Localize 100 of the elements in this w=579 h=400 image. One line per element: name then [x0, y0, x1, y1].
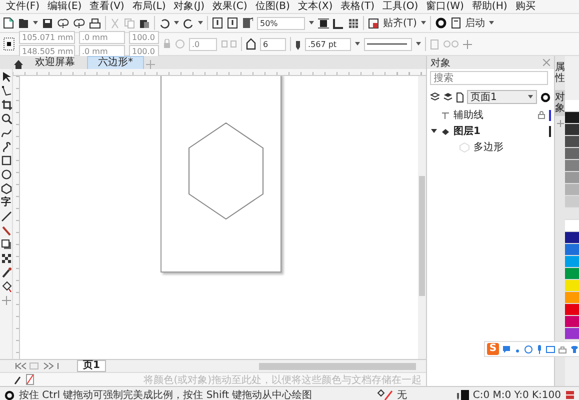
dropdown-arrow-icon[interactable]	[174, 21, 179, 25]
node-icon[interactable]	[0, 85, 12, 96]
tree-item-label[interactable]: 图层1	[454, 124, 546, 138]
settings-icon[interactable]	[540, 92, 552, 102]
menu-item[interactable]: 表格(T)	[336, 0, 379, 12]
node-edit-icon[interactable]	[443, 39, 459, 49]
dropdown-arrow-icon[interactable]	[355, 42, 360, 46]
color-swatch[interactable]	[565, 136, 579, 148]
color-swatch[interactable]	[565, 268, 579, 280]
layer-visible-icon[interactable]	[440, 126, 450, 136]
menu-item[interactable]: 帮助(H)	[468, 0, 512, 12]
menu-item[interactable]: 工具(O)	[378, 0, 422, 12]
scale-x-field[interactable]: 100.0	[129, 30, 159, 44]
menu-item[interactable]: 效果(C)	[208, 0, 252, 12]
dropdown-arrow-icon[interactable]	[420, 21, 426, 25]
rulers-icon[interactable]	[333, 18, 344, 28]
checker-icon[interactable]	[0, 253, 12, 264]
ellipse-icon[interactable]	[0, 169, 12, 180]
menu-item[interactable]: 布局(L)	[128, 0, 170, 12]
eyedropper-icon[interactable]	[0, 267, 12, 278]
redo-icon[interactable]	[183, 18, 194, 28]
color-swatch[interactable]	[565, 232, 579, 244]
settings-icon[interactable]	[4, 390, 15, 400]
color-swatch[interactable]	[565, 304, 579, 316]
new-layer-icon[interactable]	[430, 92, 440, 102]
document-tab[interactable]: 六边形*	[87, 56, 144, 69]
dropdown-arrow-icon[interactable]	[33, 21, 38, 25]
menu-item[interactable]: 文件(F)	[2, 0, 44, 12]
new-page-icon[interactable]	[456, 92, 464, 102]
save-icon[interactable]	[42, 18, 53, 28]
launch-icon[interactable]	[450, 17, 461, 29]
color-swatch[interactable]	[565, 256, 579, 268]
sides-field[interactable]: 6	[260, 38, 286, 50]
plus-icon[interactable]	[463, 40, 472, 48]
width-field[interactable]: .0 mm	[79, 30, 125, 44]
reference-point-icon[interactable]	[3, 37, 15, 51]
zoom-level-field[interactable]: 50%	[257, 16, 305, 30]
dropdown-arrow-icon[interactable]	[309, 21, 314, 25]
master-layer-icon[interactable]	[442, 92, 452, 102]
toolbox-icon[interactable]	[558, 344, 567, 354]
color-swatch[interactable]	[565, 208, 579, 220]
color-swatch[interactable]	[565, 220, 579, 232]
page-dropdown[interactable]: 页面1	[466, 90, 538, 104]
color-swatch[interactable]	[565, 328, 579, 340]
full-screen-icon[interactable]	[318, 18, 329, 28]
rectangle-icon[interactable]	[0, 155, 12, 166]
keyboard-icon[interactable]	[546, 344, 555, 354]
scale-y-field[interactable]: 100.0	[129, 44, 159, 58]
shadow-icon[interactable]	[0, 239, 12, 250]
new-document-icon[interactable]	[3, 17, 14, 29]
sides-icon[interactable]	[246, 38, 256, 50]
color-swatch[interactable]	[565, 244, 579, 256]
lock-icon[interactable]	[538, 111, 546, 119]
menu-item[interactable]: 窗口(W)	[422, 0, 468, 12]
rotation-field[interactable]: .0	[189, 38, 217, 50]
cloud-upload-icon[interactable]	[57, 18, 69, 28]
eyedropper-icon[interactable]	[14, 374, 22, 384]
line-icon[interactable]	[0, 211, 12, 222]
open-file-icon[interactable]	[18, 17, 29, 29]
search-field[interactable]: 搜索	[430, 71, 548, 85]
grid-icon[interactable]	[348, 18, 359, 28]
undo-icon[interactable]	[159, 18, 170, 28]
crop-icon[interactable]	[0, 99, 12, 110]
x-position-field[interactable]: 105.071 mm	[19, 30, 75, 44]
launch-menu[interactable]: 启动	[464, 16, 485, 30]
color-swatch[interactable]	[565, 196, 579, 208]
menu-item[interactable]: 位图(B)	[251, 0, 294, 12]
menu-item[interactable]: 查看(V)	[86, 0, 128, 12]
expand-arrow-icon[interactable]	[430, 128, 436, 134]
import-icon[interactable]	[212, 17, 223, 29]
tree-item-label[interactable]: 多边形	[474, 140, 552, 154]
color-swatch[interactable]	[565, 148, 579, 160]
menu-item[interactable]: 对象(J)	[170, 0, 208, 12]
squiggle-icon[interactable]	[0, 141, 12, 152]
guides-icon[interactable]	[440, 110, 450, 120]
height-field[interactable]: .0 mm	[79, 44, 125, 58]
tree-item-label[interactable]: 辅助线	[454, 108, 534, 122]
dropdown-arrow-icon[interactable]	[198, 21, 203, 25]
color-swatch[interactable]	[565, 160, 579, 172]
publish-icon[interactable]	[242, 17, 253, 29]
outline-pen-icon[interactable]	[295, 38, 301, 50]
color-swatch[interactable]	[565, 292, 579, 304]
fill-none-icon[interactable]	[376, 389, 393, 400]
menu-item[interactable]: 购买	[511, 0, 540, 12]
color-swatch[interactable]	[565, 184, 579, 196]
shirt-icon[interactable]	[570, 344, 579, 354]
bucket-icon[interactable]	[0, 281, 12, 292]
dropdown-arrow-icon[interactable]	[416, 42, 421, 46]
color-swatch[interactable]	[565, 100, 579, 112]
home-icon[interactable]	[14, 60, 23, 69]
microphone-icon[interactable]	[536, 344, 543, 354]
scrollbar-thumb[interactable]	[418, 176, 424, 296]
color-swatch[interactable]	[565, 112, 579, 124]
cloud-download-icon[interactable]	[73, 18, 85, 28]
speech-bubble-icon[interactable]	[502, 344, 511, 354]
polygon-icon[interactable]	[0, 183, 12, 194]
dropdown-arrow-icon[interactable]	[528, 95, 534, 99]
text-tool[interactable]: 字	[1, 197, 11, 208]
horizontal-scrollbar[interactable]	[258, 362, 416, 370]
outline-width-field[interactable]: .567 pt	[305, 38, 351, 50]
